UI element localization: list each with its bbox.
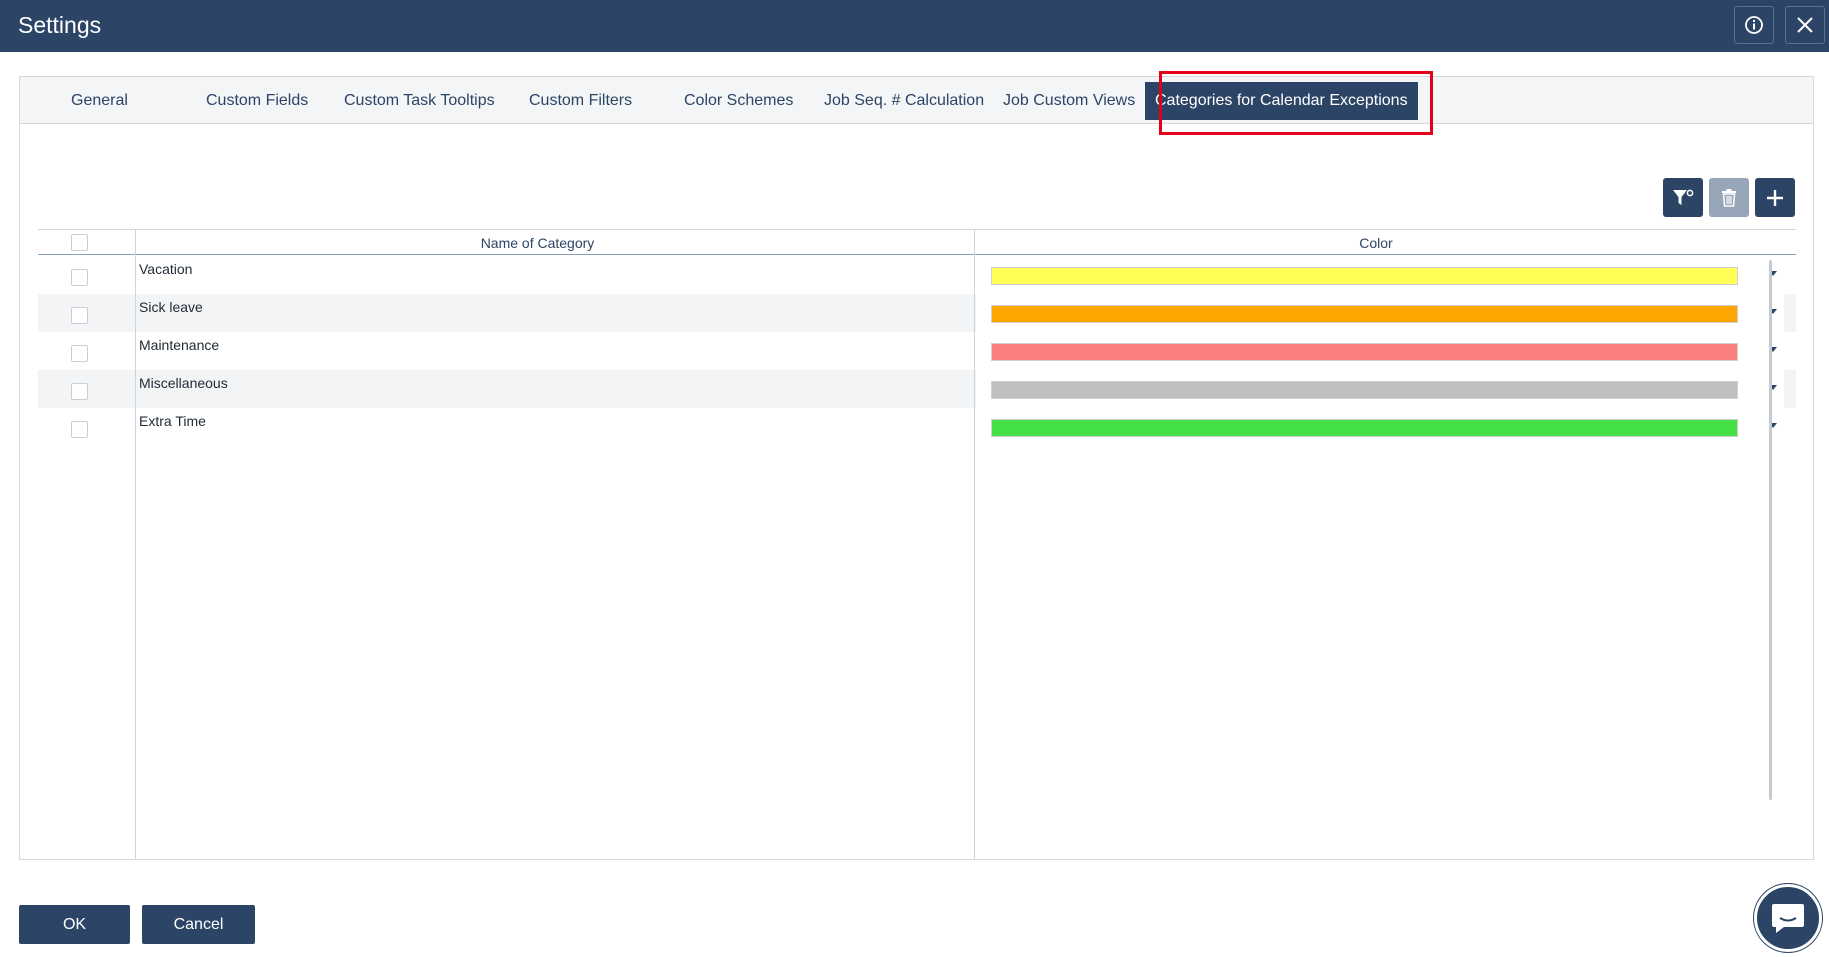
filter-settings-button[interactable] bbox=[1663, 178, 1703, 217]
close-icon bbox=[1797, 17, 1813, 33]
tab-custom-filters[interactable]: Custom Filters bbox=[529, 77, 632, 124]
select-all-checkbox[interactable] bbox=[71, 234, 88, 251]
row-checkbox[interactable] bbox=[71, 269, 88, 286]
info-button[interactable] bbox=[1734, 6, 1774, 44]
table-row[interactable]: Vacation bbox=[38, 256, 1796, 294]
table-row[interactable]: Miscellaneous bbox=[38, 370, 1796, 408]
category-name: Extra Time bbox=[139, 413, 206, 429]
tab-general[interactable]: General bbox=[71, 77, 128, 124]
column-divider bbox=[974, 229, 975, 860]
color-swatch[interactable] bbox=[991, 381, 1738, 399]
category-name: Vacation bbox=[139, 261, 193, 277]
info-icon bbox=[1745, 16, 1763, 34]
tab-categories-calendar-exceptions[interactable]: Categories for Calendar Exceptions bbox=[1145, 82, 1418, 120]
header-color[interactable]: Color bbox=[976, 235, 1776, 251]
table-row[interactable]: Extra Time bbox=[38, 408, 1796, 446]
vertical-scrollbar[interactable] bbox=[1769, 260, 1772, 800]
chat-icon bbox=[1772, 904, 1804, 933]
tab-color-schemes[interactable]: Color Schemes bbox=[684, 77, 793, 124]
row-checkbox[interactable] bbox=[71, 421, 88, 438]
window-title: Settings bbox=[18, 12, 102, 38]
category-name: Miscellaneous bbox=[139, 375, 228, 391]
table-row[interactable]: Maintenance bbox=[38, 332, 1796, 370]
row-checkbox[interactable] bbox=[71, 307, 88, 324]
column-divider bbox=[135, 229, 136, 860]
tab-custom-task-tooltips[interactable]: Custom Task Tooltips bbox=[344, 77, 495, 124]
trash-icon bbox=[1722, 188, 1736, 207]
tab-job-seq-calculation[interactable]: Job Seq. # Calculation bbox=[824, 77, 984, 124]
plus-icon bbox=[1767, 189, 1783, 206]
header-name-of-category[interactable]: Name of Category bbox=[117, 235, 958, 251]
tab-custom-fields[interactable]: Custom Fields bbox=[206, 77, 308, 124]
settings-panel: General Custom Fields Custom Task Toolti… bbox=[19, 71, 1814, 860]
grid-header: Name of Category Color bbox=[38, 229, 1796, 255]
delete-button[interactable] bbox=[1709, 178, 1749, 217]
category-name: Maintenance bbox=[139, 337, 220, 353]
filter-settings-icon bbox=[1673, 189, 1694, 205]
row-checkbox[interactable] bbox=[71, 345, 88, 362]
cancel-button[interactable]: Cancel bbox=[142, 905, 255, 944]
close-button[interactable] bbox=[1785, 6, 1825, 44]
color-swatch[interactable] bbox=[991, 305, 1738, 323]
chat-button[interactable] bbox=[1754, 884, 1822, 952]
color-swatch[interactable] bbox=[991, 419, 1738, 437]
row-checkbox[interactable] bbox=[71, 383, 88, 400]
color-swatch[interactable] bbox=[991, 267, 1738, 285]
tab-job-custom-views[interactable]: Job Custom Views bbox=[1003, 77, 1135, 124]
title-bar: Settings bbox=[0, 0, 1829, 52]
tab-bar: General Custom Fields Custom Task Toolti… bbox=[20, 71, 1813, 135]
categories-grid: Name of Category Color Vacation Sick lea… bbox=[38, 229, 1796, 860]
category-name: Sick leave bbox=[139, 299, 203, 315]
add-category-button[interactable] bbox=[1755, 178, 1795, 217]
table-row[interactable]: Sick leave bbox=[38, 294, 1796, 332]
color-swatch[interactable] bbox=[991, 343, 1738, 361]
ok-button[interactable]: OK bbox=[19, 905, 130, 944]
